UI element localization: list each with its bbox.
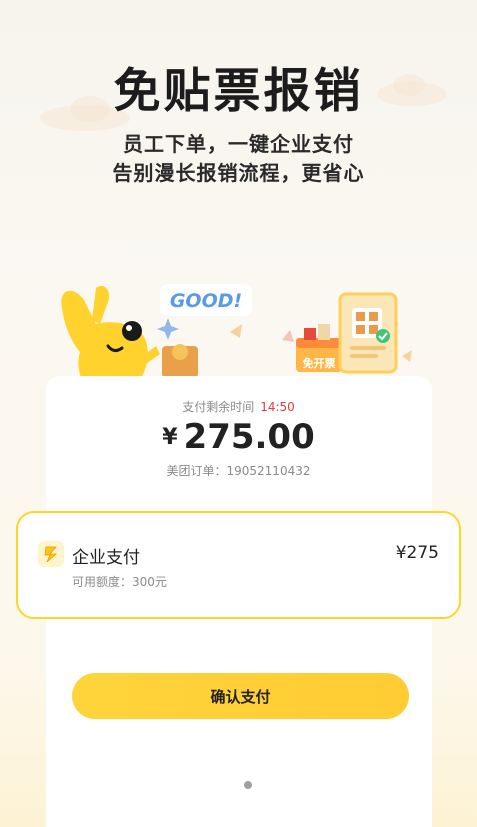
available-quota: 可用额度：300元 <box>72 575 167 589</box>
enterprise-pay-option[interactable]: 企业支付 ¥275 可用额度：300元 <box>16 511 461 619</box>
subtitle-line-1: 员工下单，一键企业支付 <box>123 132 354 156</box>
payment-timer: 支付剩余时间 14:50 <box>0 398 477 415</box>
amount-value: 275.00 <box>183 417 315 457</box>
timer-label: 支付剩余时间 <box>182 400 255 414</box>
subtitle-line-2: 告别漫长报销流程，更省心 <box>112 161 365 185</box>
pay-option-amount: ¥275 <box>395 543 439 563</box>
pay-option-title: 企业支付 <box>72 548 140 568</box>
page-indicator-dot <box>244 781 252 789</box>
order-amount: ¥275.00 <box>0 417 477 457</box>
enterprise-pay-icon <box>38 541 64 567</box>
mascot-illustration: GOOD! 免开票 <box>61 284 412 390</box>
confirm-pay-button[interactable]: 确认支付 <box>72 673 409 719</box>
box-label: 免开票 <box>303 356 336 370</box>
page-title: 免贴票报销 <box>113 64 364 119</box>
currency-symbol: ¥ <box>162 425 178 450</box>
timer-value: 14:50 <box>260 400 295 414</box>
bubble-text: GOOD! <box>170 290 242 312</box>
order-number: 美团订单：19052110432 <box>166 464 311 478</box>
